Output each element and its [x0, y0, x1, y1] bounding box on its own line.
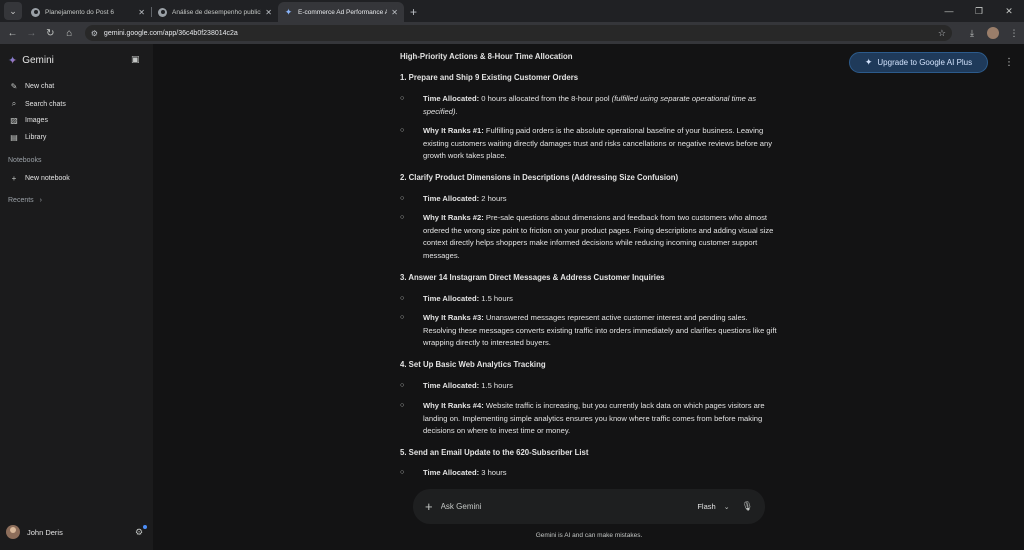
browser-tab-strip: ⌄ Planejamento do Post 6 ✕ Análise de de…: [0, 0, 1024, 22]
gemini-logo[interactable]: ✦ Gemini: [8, 54, 54, 67]
address-bar[interactable]: ⚙ gemini.google.com/app/36c4b0f238014c2a…: [84, 25, 952, 41]
collapse-sidebar-icon[interactable]: ▣: [131, 54, 140, 65]
bullet-icon: ○: [400, 127, 405, 134]
library-icon: ▤: [10, 133, 18, 142]
toolbar-actions: ⤓ ⋮: [962, 27, 1024, 39]
bullet-icon: ○: [400, 195, 405, 202]
spark-icon: ✦: [864, 57, 873, 67]
bullet-icon: ○: [400, 214, 405, 221]
download-icon[interactable]: ⤓: [962, 28, 982, 39]
section-heading-1: 1. Prepare and Ship 9 Existing Customer …: [400, 73, 579, 82]
more-options-icon[interactable]: ⋮: [1004, 57, 1014, 68]
response-content: High-Priority Actions & 8-Hour Time Allo…: [400, 44, 780, 484]
tab-title: Análise de desempenho publici: [172, 8, 262, 16]
bullet-icon: ○: [400, 382, 405, 389]
user-account[interactable]: John Deris: [6, 525, 63, 539]
bullet-text: Time Allocated: 1.5 hours: [423, 294, 513, 303]
section-heading-4: 4. Set Up Basic Web Analytics Tracking: [400, 360, 546, 369]
tab-favicon-icon: [158, 7, 167, 17]
user-name: John Deris: [27, 527, 63, 537]
prompt-composer: + Flash ⌄ 🎙: [413, 489, 765, 524]
add-attachment-icon[interactable]: +: [425, 499, 433, 514]
menu-kebab-icon[interactable]: ⋮: [1004, 28, 1024, 39]
home-icon[interactable]: ⌂: [60, 28, 79, 39]
site-info-icon[interactable]: ⚙: [91, 29, 98, 38]
settings-gear-icon[interactable]: ⚙: [135, 527, 143, 538]
sidebar-item-label: Search chats: [25, 100, 66, 108]
section-heading-5: 5. Send an Email Update to the 620-Subsc…: [400, 448, 589, 457]
sidebar-item-search-chats[interactable]: ⌕ Search chats: [9, 99, 66, 109]
bullet-text: Time Allocated: 2 hours: [423, 194, 507, 203]
profile-avatar[interactable]: [987, 27, 999, 39]
close-tab-icon[interactable]: ✕: [391, 8, 398, 17]
upgrade-button[interactable]: ✦ Upgrade to Google AI Plus: [849, 52, 988, 73]
browser-tab-3[interactable]: ✦ E-commerce Ad Performance A ✕: [278, 2, 404, 22]
search-icon: ⌕: [11, 99, 17, 108]
back-icon[interactable]: ←: [3, 28, 22, 39]
bullet-icon: ○: [400, 95, 405, 102]
sidebar-item-new-notebook[interactable]: + New notebook: [9, 174, 70, 183]
bookmark-star-icon[interactable]: ☆: [938, 28, 946, 39]
bullet-icon: ○: [400, 402, 405, 409]
browser-tab-2[interactable]: Análise de desempenho publici ✕: [152, 2, 278, 22]
bullet-icon: ○: [400, 295, 405, 302]
bullet-text: Why It Ranks #2: Pre-sale questions abou…: [423, 213, 774, 261]
url-text: gemini.google.com/app/36c4b0f238014c2a: [103, 29, 238, 37]
chevron-down-icon: ⌄: [723, 503, 730, 511]
brand-name: Gemini: [22, 55, 54, 66]
bullet-text: Why It Ranks #1: Fulfilling paid orders …: [423, 126, 773, 161]
bullet-text: Time Allocated: 0 hours allocated from t…: [423, 94, 757, 116]
plus-icon: +: [11, 174, 17, 183]
close-window-icon[interactable]: ✕: [994, 6, 1024, 17]
tab-search-icon[interactable]: ⌄: [4, 2, 22, 20]
model-selector[interactable]: Flash ⌄: [697, 502, 729, 511]
edit-icon: ✎: [10, 82, 18, 91]
sidebar-item-images[interactable]: ▨ Images: [9, 116, 48, 125]
bullet-icon: ○: [400, 469, 405, 476]
bullet-text: Time Allocated: 3 hours: [423, 468, 507, 477]
chevron-right-icon: ›: [39, 197, 42, 204]
image-icon: ▨: [10, 116, 18, 125]
response-title: High-Priority Actions & 8-Hour Time Allo…: [400, 52, 573, 61]
restore-icon[interactable]: ❐: [964, 6, 994, 17]
section-heading-3: 3. Answer 14 Instagram Direct Messages &…: [400, 273, 665, 282]
avatar: [6, 525, 20, 539]
section-heading-2: 2. Clarify Product Dimensions in Descrip…: [400, 173, 679, 182]
sidebar-item-label: Images: [25, 117, 48, 124]
microphone-icon[interactable]: 🎙: [742, 501, 753, 512]
browser-toolbar: ← → ↻ ⌂ ⚙ gemini.google.com/app/36c4b0f2…: [0, 22, 1024, 44]
notification-dot: [143, 525, 147, 529]
window-controls: — ❐ ✕: [934, 0, 1024, 22]
bullet-text: Why It Ranks #4: Website traffic is incr…: [423, 401, 765, 436]
tab-title: E-commerce Ad Performance A: [298, 8, 388, 16]
bullet-icon: ○: [400, 314, 405, 321]
forward-icon[interactable]: →: [22, 28, 41, 39]
sidebar-item-label: New notebook: [25, 175, 70, 182]
sidebar-item-new-chat[interactable]: ✎ New chat: [9, 82, 55, 91]
model-label: Flash: [697, 502, 716, 511]
sidebar-item-library[interactable]: ▤ Library: [9, 133, 46, 142]
sidebar-item-label: Library: [25, 134, 47, 141]
close-tab-icon[interactable]: ✕: [265, 8, 272, 17]
notebooks-heading: Notebooks: [8, 157, 42, 164]
reload-icon[interactable]: ↻: [41, 28, 60, 39]
gemini-spark-icon: ✦: [8, 55, 18, 67]
tab-favicon-icon: [31, 7, 40, 17]
bullet-text: Time Allocated: 1.5 hours: [423, 381, 513, 390]
prompt-input[interactable]: [440, 502, 698, 511]
browser-tab-1[interactable]: Planejamento do Post 6 ✕: [25, 2, 151, 22]
sidebar: ✦ Gemini ▣ ✎ New chat ⌕ Search chats ▨ I…: [0, 44, 153, 550]
tab-title: Planejamento do Post 6: [45, 8, 115, 16]
sidebar-item-label: New chat: [25, 83, 55, 90]
recents-toggle[interactable]: Recents ›: [8, 197, 42, 204]
recents-label: Recents: [8, 197, 34, 204]
new-tab-icon[interactable]: +: [410, 5, 417, 19]
bullet-text: Why It Ranks #3: Unanswered messages rep…: [423, 313, 777, 348]
upgrade-label: Upgrade to Google AI Plus: [877, 58, 973, 67]
disclaimer-text: Gemini is AI and can make mistakes.: [535, 532, 643, 539]
gemini-favicon-icon: ✦: [284, 6, 293, 17]
minimize-icon[interactable]: —: [934, 6, 964, 16]
close-tab-icon[interactable]: ✕: [138, 8, 145, 17]
